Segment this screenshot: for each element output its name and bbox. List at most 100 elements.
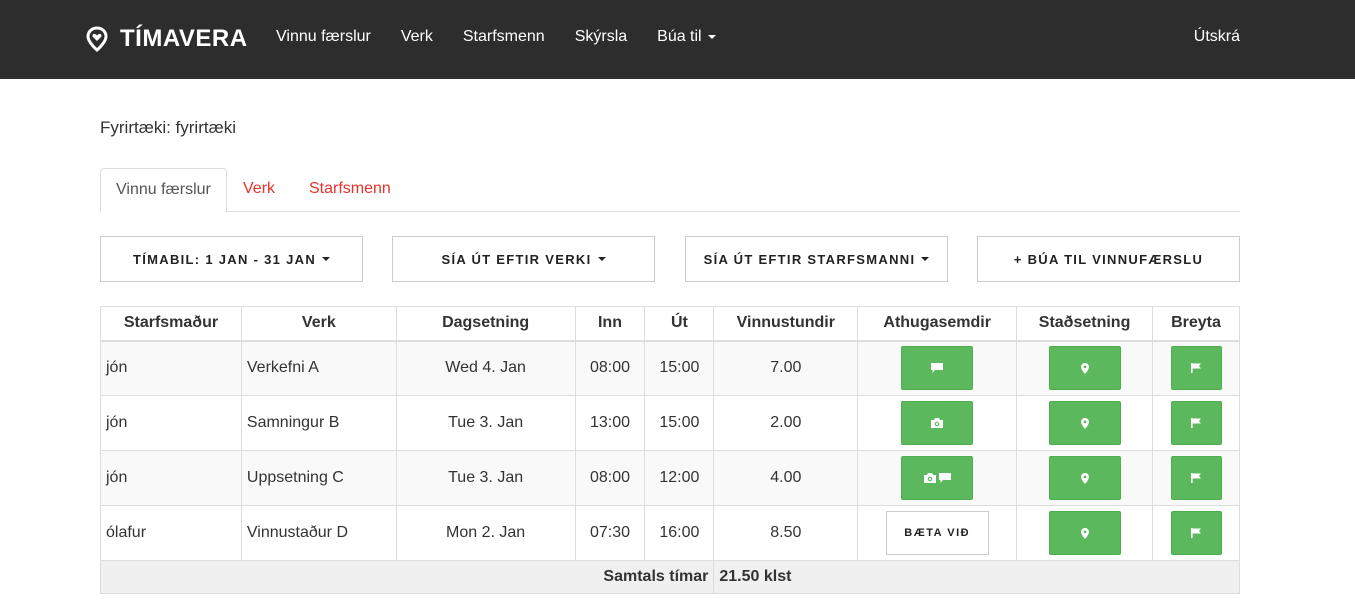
hours-cell: 4.00 bbox=[713, 450, 859, 506]
flag-icon bbox=[1191, 473, 1201, 483]
time-in-cell: 08:00 bbox=[574, 340, 646, 396]
employee-cell: jón bbox=[100, 395, 242, 451]
project-cell: Verkefni A bbox=[240, 340, 397, 396]
date-cell: Wed 4. Jan bbox=[395, 340, 576, 396]
map-marker-icon bbox=[1080, 527, 1089, 539]
period-filter-label: TÍMABIL: 1 JAN - 31 JAN bbox=[132, 251, 317, 267]
table-row: jón Uppsetning C Tue 3. Jan 08:00 12:00 … bbox=[100, 450, 1240, 506]
comments-cell bbox=[857, 395, 1018, 451]
brand-name: TÍMAVERA bbox=[120, 25, 248, 52]
view-location-button[interactable] bbox=[1048, 346, 1121, 391]
nav-link-projects[interactable]: Verk bbox=[401, 28, 433, 46]
nav-dropdown-create[interactable]: Búa til bbox=[657, 28, 716, 46]
column-header: Dagsetning bbox=[395, 306, 576, 342]
flag-entry-button[interactable] bbox=[1170, 346, 1222, 391]
total-label: Samtals tímar bbox=[99, 560, 715, 594]
table-row: ólafur Vinnustaður D Mon 2. Jan 07:30 16… bbox=[100, 505, 1240, 561]
comments-cell: BÆTA VIÐ bbox=[857, 505, 1018, 561]
table-row: jón Samningur B Tue 3. Jan 13:00 15:00 2… bbox=[100, 395, 1240, 451]
date-cell: Mon 2. Jan bbox=[395, 505, 576, 561]
project-cell: Uppsetning C bbox=[240, 450, 397, 506]
camera-icon bbox=[923, 473, 936, 483]
add-comment-button[interactable]: BÆTA VIÐ bbox=[885, 511, 989, 555]
view-photo-comment-button[interactable] bbox=[901, 456, 974, 500]
flag-entry-button[interactable] bbox=[1170, 456, 1222, 500]
time-entries-table: Starfsmaður Verk Dagsetning Inn Út Vinnu… bbox=[99, 306, 1240, 594]
employee-filter-label: SÍA ÚT EFTIR STARFSMANNI bbox=[703, 251, 916, 267]
column-header: Verk bbox=[240, 306, 397, 342]
comment-icon bbox=[938, 473, 951, 483]
column-header: Athugasemdir bbox=[857, 306, 1018, 342]
employee-cell: jón bbox=[100, 340, 242, 396]
tab-employees[interactable]: Starfsmenn bbox=[294, 168, 406, 212]
tab-projects[interactable]: Verk bbox=[228, 168, 290, 212]
location-cell bbox=[1016, 450, 1154, 506]
time-in-cell: 13:00 bbox=[574, 395, 646, 451]
tab-entries[interactable]: Vinnu færslur bbox=[100, 168, 227, 213]
nav-link-entries[interactable]: Vinnu færslur bbox=[276, 28, 371, 46]
edit-cell bbox=[1152, 505, 1240, 561]
nav-dropdown-create-label: Búa til bbox=[657, 28, 702, 45]
comments-cell bbox=[857, 340, 1018, 396]
employee-cell: ólafur bbox=[100, 505, 242, 561]
logout-link[interactable]: Útskrá bbox=[1194, 28, 1240, 46]
employee-cell: jón bbox=[100, 450, 242, 506]
comments-cell bbox=[857, 450, 1018, 506]
time-out-cell: 15:00 bbox=[644, 395, 715, 451]
column-header: Staðsetning bbox=[1016, 306, 1154, 342]
location-cell bbox=[1016, 340, 1154, 396]
view-comment-button[interactable] bbox=[901, 346, 974, 391]
main-nav: Vinnu færslur Verk Starfsmenn Skýrsla Bú… bbox=[276, 28, 746, 46]
edit-cell bbox=[1152, 395, 1240, 451]
column-header: Út bbox=[644, 306, 715, 342]
table-row: jón Verkefni A Wed 4. Jan 08:00 15:00 7.… bbox=[100, 340, 1240, 396]
time-out-cell: 15:00 bbox=[644, 340, 715, 396]
project-filter-label: SÍA ÚT EFTIR VERKI bbox=[441, 251, 592, 267]
comment-icon bbox=[931, 363, 944, 374]
flag-entry-button[interactable] bbox=[1170, 401, 1222, 445]
hours-cell: 7.00 bbox=[713, 340, 859, 396]
top-navbar: TÍMAVERA Vinnu færslur Verk Starfsmenn S… bbox=[0, 0, 1355, 79]
time-in-cell: 08:00 bbox=[574, 450, 646, 506]
nav-link-employees[interactable]: Starfsmenn bbox=[463, 28, 545, 46]
location-cell bbox=[1016, 395, 1154, 451]
period-filter-button[interactable]: TÍMABIL: 1 JAN - 31 JAN bbox=[100, 236, 363, 282]
time-in-cell: 07:30 bbox=[574, 505, 646, 561]
company-heading: Fyrirtæki: fyrirtæki bbox=[100, 118, 236, 137]
project-cell: Samningur B bbox=[240, 395, 397, 451]
caret-down-icon bbox=[322, 257, 331, 261]
project-filter-button[interactable]: SÍA ÚT EFTIR VERKI bbox=[392, 236, 655, 282]
map-marker-icon bbox=[1080, 362, 1089, 374]
view-location-button[interactable] bbox=[1048, 401, 1121, 445]
create-entry-button[interactable]: + BÚA TIL VINNUFÆRSLU bbox=[977, 236, 1240, 282]
brand-logo[interactable]: TÍMAVERA bbox=[86, 24, 248, 54]
column-header: Breyta bbox=[1152, 306, 1240, 342]
caret-down-icon bbox=[921, 257, 930, 261]
table-header-row: Starfsmaður Verk Dagsetning Inn Út Vinnu… bbox=[100, 306, 1240, 342]
location-heart-icon bbox=[86, 26, 108, 52]
tab-bar: Vinnu færslur Verk Starfsmenn bbox=[100, 168, 1240, 213]
caret-down-icon bbox=[597, 257, 606, 261]
edit-cell bbox=[1152, 340, 1240, 396]
employee-filter-button[interactable]: SÍA ÚT EFTIR STARFSMANNI bbox=[685, 236, 948, 282]
nav-link-report[interactable]: Skýrsla bbox=[575, 28, 627, 46]
column-header: Starfsmaður bbox=[100, 306, 242, 342]
view-location-button[interactable] bbox=[1048, 511, 1121, 555]
map-marker-icon bbox=[1080, 417, 1089, 429]
hours-cell: 2.00 bbox=[713, 395, 859, 451]
time-out-cell: 12:00 bbox=[644, 450, 715, 506]
flag-entry-button[interactable] bbox=[1170, 511, 1222, 555]
hours-cell: 8.50 bbox=[713, 505, 859, 561]
caret-down-icon bbox=[707, 35, 716, 39]
view-location-button[interactable] bbox=[1048, 456, 1121, 500]
flag-icon bbox=[1191, 363, 1201, 374]
flag-icon bbox=[1191, 528, 1201, 538]
location-cell bbox=[1016, 505, 1154, 561]
total-value: 21.50 klst bbox=[713, 560, 1240, 594]
camera-icon bbox=[931, 418, 944, 428]
date-cell: Tue 3. Jan bbox=[395, 450, 576, 506]
view-photo-button[interactable] bbox=[901, 401, 974, 445]
edit-cell bbox=[1152, 450, 1240, 506]
map-marker-icon bbox=[1080, 472, 1089, 484]
column-header: Vinnustundir bbox=[713, 306, 859, 342]
